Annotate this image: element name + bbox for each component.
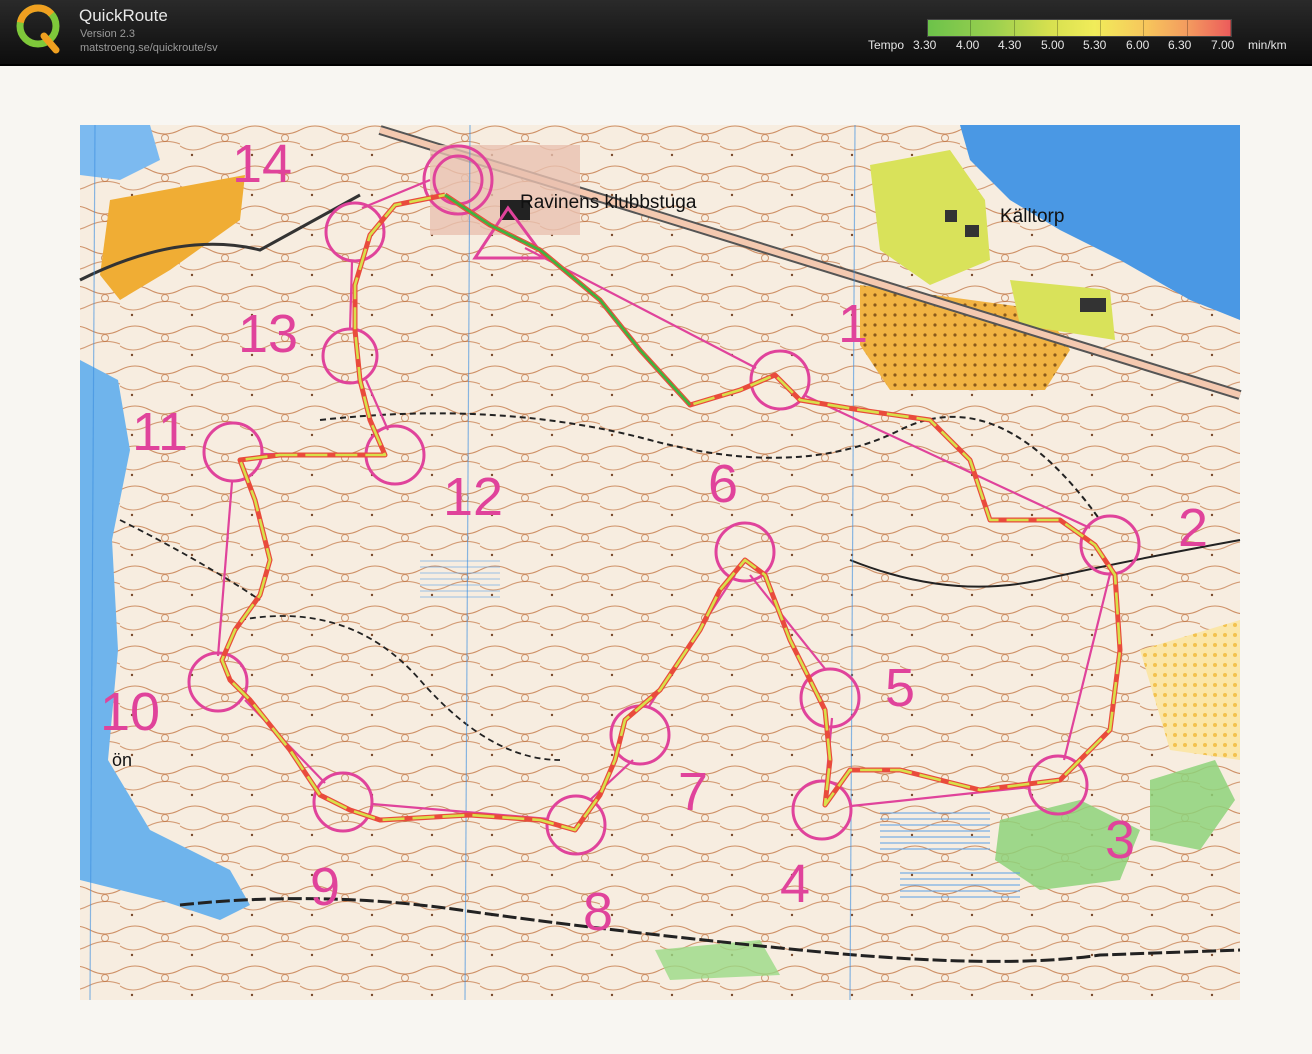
control-number-13: 13: [238, 304, 298, 364]
place-name-lake: ön: [112, 750, 132, 770]
control-number-5: 5: [885, 658, 915, 718]
legend-tick: 6.00: [1126, 38, 1150, 52]
marsh: [900, 870, 1020, 900]
legend-prefix: Tempo: [868, 38, 905, 52]
app-version: Version 2.3: [80, 28, 136, 40]
quickroute-logo-icon: [16, 4, 60, 54]
control-number-9: 9: [310, 857, 340, 917]
place-name-clubhouse: Ravinens klubbstuga: [520, 192, 697, 213]
legend-tick: 5.30: [1083, 38, 1107, 52]
legend-tick: 3.30: [913, 38, 937, 52]
legend-unit: min/km: [1248, 38, 1287, 52]
legend-tick: 7.00: [1211, 38, 1235, 52]
control-number-4: 4: [780, 854, 810, 914]
control-number-3: 3: [1105, 810, 1135, 870]
control-number-14: 14: [232, 134, 292, 194]
building: [945, 210, 957, 222]
place-name-village: Källtorp: [1000, 206, 1064, 227]
marsh: [420, 560, 500, 600]
building: [965, 225, 979, 237]
control-number-11: 11: [132, 402, 188, 462]
legend-tick: 6.30: [1168, 38, 1192, 52]
control-number-12: 12: [443, 467, 503, 527]
building: [1080, 298, 1106, 312]
control-number-6: 6: [708, 454, 738, 514]
control-number-8: 8: [583, 882, 613, 942]
legend-tick: 4.00: [956, 38, 980, 52]
building-area: [430, 145, 580, 235]
control-number-10: 10: [100, 682, 160, 742]
control-number-1: 1: [838, 294, 868, 354]
orienteering-map[interactable]: Ravinens klubbstuga Källtorp ön 1 2 3 4 …: [0, 66, 1312, 1054]
control-number-7: 7: [678, 762, 708, 822]
tempo-legend-bar: [927, 19, 1232, 37]
control-number-2: 2: [1178, 498, 1208, 558]
app-title: QuickRoute: [79, 6, 168, 25]
app-header: QuickRoute Version 2.3 matstroeng.se/qui…: [0, 0, 1312, 66]
legend-tick: 4.30: [998, 38, 1022, 52]
legend-tick: 5.00: [1041, 38, 1065, 52]
marsh: [880, 810, 990, 850]
app-url: matstroeng.se/quickroute/sv: [80, 42, 218, 54]
map-canvas[interactable]: Ravinens klubbstuga Källtorp ön 1 2 3 4 …: [0, 66, 1312, 1054]
